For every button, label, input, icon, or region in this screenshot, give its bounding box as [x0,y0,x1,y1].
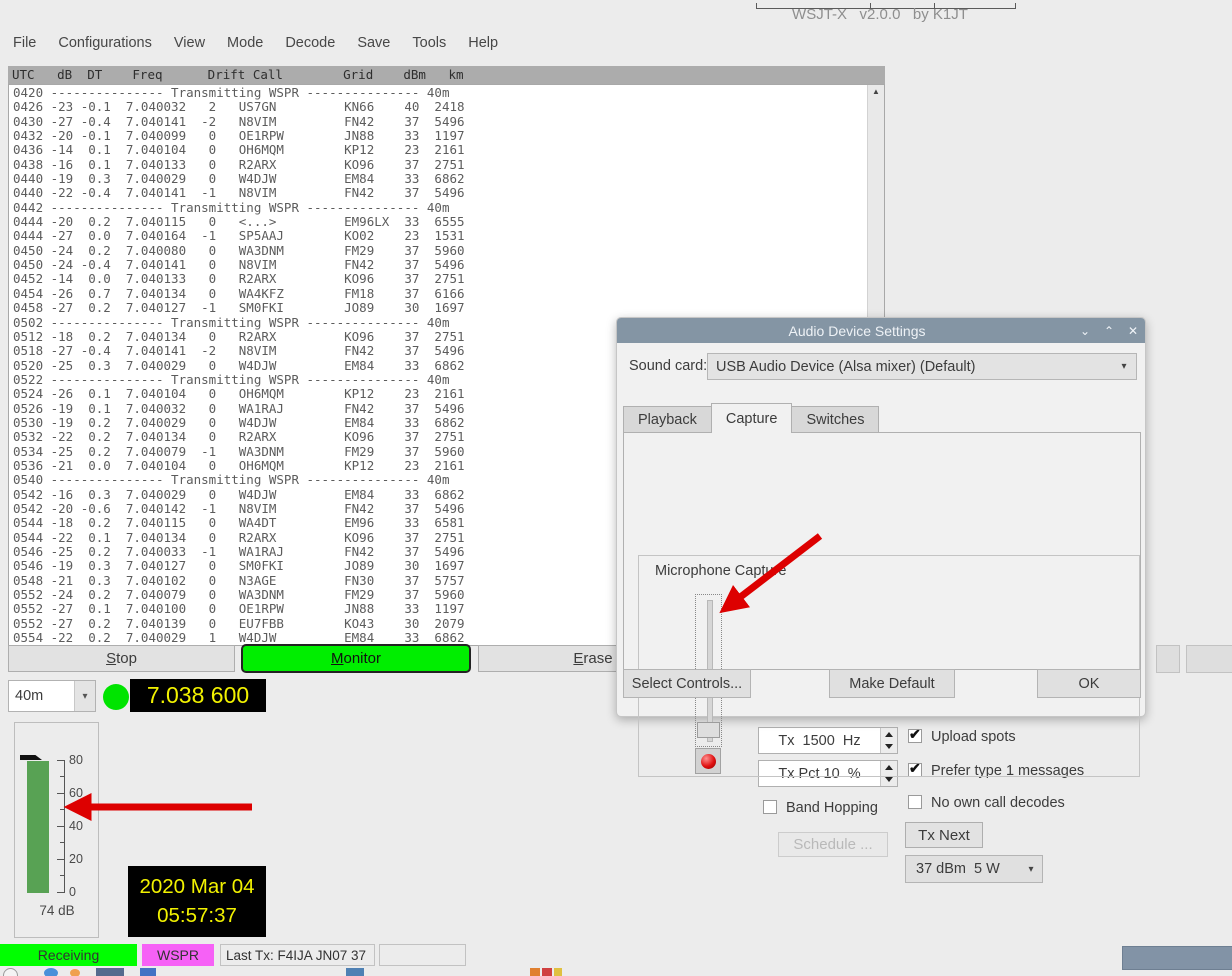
sound-card-select[interactable]: USB Audio Device (Alsa mixer) (Default) … [707,353,1137,380]
dialog-titlebar[interactable]: Audio Device Settings ⌄ ⌃ ✕ [617,318,1145,343]
band-select[interactable]: 40m ▾ [8,680,96,712]
menu-item[interactable]: Help [457,35,509,51]
checkbox-box[interactable]: ✔ [908,795,922,809]
date-display: 2020 Mar 04 [128,872,266,901]
dialog-tab[interactable]: Playback [623,406,712,433]
slider-handle[interactable] [697,722,720,738]
date-time-display: 2020 Mar 04 05:57:37 [128,866,266,937]
taskbar-menu-icon[interactable] [3,968,18,976]
chevron-down-icon: ▾ [1112,361,1136,372]
taskbar-app-icon[interactable] [140,968,156,976]
taskbar-app-icon[interactable] [70,969,80,976]
dialog-tab[interactable]: Capture [711,403,793,433]
meter-tick-label: 0 [69,885,97,899]
taskbar-globe-icon[interactable] [44,968,58,976]
scroll-up-icon[interactable]: ▲ [868,87,884,96]
frequency-display: 7.038 600 [130,679,266,712]
make-default-button[interactable]: Make Default [829,669,955,698]
menu-item[interactable]: File [2,35,47,51]
status-last-tx: Last Tx: F4IJA JN07 37 [220,944,375,966]
menu-item[interactable]: Decode [274,35,346,51]
stop-label: Stop [106,650,137,667]
status-empty-box [379,944,466,966]
schedule-button-disabled: Schedule ... [778,832,888,857]
band-value: 40m [9,688,74,704]
tx-power-value: 37 dBm 5 W [906,861,1020,877]
meter-level-bar [27,761,49,893]
band-hopping-label: Band Hopping [786,800,878,816]
no-own-call-checkbox[interactable]: ✔ No own call decodes [908,795,1065,811]
meter-tick-label: 60 [69,786,97,800]
dialog-tabs: PlaybackCaptureSwitches [623,404,878,433]
partially-hidden-button[interactable] [1186,645,1232,673]
signal-meter: 80 60 40 20 0 74 dB [14,722,99,938]
meter-minor-ticks [60,776,65,894]
receive-status-lamp [103,684,129,710]
partially-hidden-button[interactable] [1156,645,1180,673]
meter-tick-label: 20 [69,852,97,866]
meter-peak-marker [20,755,42,760]
tx-next-button[interactable]: Tx Next [905,822,983,848]
microphone-capture-label: Microphone Capture [655,563,786,579]
meter-tick-label: 40 [69,819,97,833]
time-display: 05:57:37 [128,901,266,930]
erase-label: Erase [573,650,612,667]
band-hopping-checkbox[interactable]: ✔ Band Hopping [763,800,878,816]
no-own-call-label: No own call decodes [931,795,1065,811]
audio-device-settings-dialog: Audio Device Settings ⌄ ⌃ ✕ Sound card: … [616,317,1146,717]
taskbar-app-icon[interactable] [346,968,364,976]
status-mode-badge: WSPR [142,944,214,966]
menu-item[interactable]: Mode [216,35,274,51]
sound-card-value: USB Audio Device (Alsa mixer) (Default) [708,359,1112,375]
capture-tab-pane: Microphone Capture [623,432,1141,670]
taskbar-app-icon[interactable] [530,968,540,976]
capture-mute-button[interactable] [695,748,721,774]
taskbar-window-button[interactable] [1122,946,1232,970]
shade-icon[interactable]: ⌄ [1073,324,1097,338]
wsjtx-screen: WSJT-X v2.0.0 by K1JT FileConfigurations… [0,0,1232,976]
menu-item[interactable]: View [163,35,216,51]
monitor-label: Monitor [331,650,381,667]
menu-item[interactable]: Configurations [47,35,163,51]
menu-item[interactable]: Tools [401,35,457,51]
record-icon [701,754,716,769]
sound-card-label: Sound card: [629,358,707,374]
chevron-down-icon[interactable]: ▾ [74,681,95,711]
chevron-down-icon: ▾ [1020,864,1042,875]
taskbar-app-icon[interactable] [96,968,124,976]
stop-button[interactable]: Stop [8,645,235,672]
taskbar-app-icon[interactable] [542,968,552,976]
app-caption: WSJT-X v2.0.0 by K1JT [700,6,1060,23]
dialog-tab[interactable]: Switches [791,406,879,433]
status-receiving: Receiving [0,944,137,966]
unshade-icon[interactable]: ⌃ [1097,324,1121,338]
ok-button[interactable]: OK [1037,669,1141,698]
close-icon[interactable]: ✕ [1121,324,1145,338]
select-controls-button[interactable]: Select Controls... [623,669,751,698]
checkbox-box[interactable]: ✔ [763,800,777,814]
taskbar-app-icon[interactable] [554,968,562,976]
menu-bar: FileConfigurationsViewModeDecodeSaveTool… [2,30,509,56]
decode-rows: 0420 --------------- Transmitting WSPR -… [13,86,465,645]
monitor-button[interactable]: Monitor [241,644,471,673]
tx-power-select[interactable]: 37 dBm 5 W ▾ [905,855,1043,883]
meter-tick-label: 80 [69,753,97,767]
decode-table-header: UTC dB DT Freq Drift Call Grid dBm km [8,66,885,84]
meter-value-label: 74 dB [29,903,85,918]
menu-item[interactable]: Save [346,35,401,51]
dialog-title: Audio Device Settings [641,323,1073,339]
